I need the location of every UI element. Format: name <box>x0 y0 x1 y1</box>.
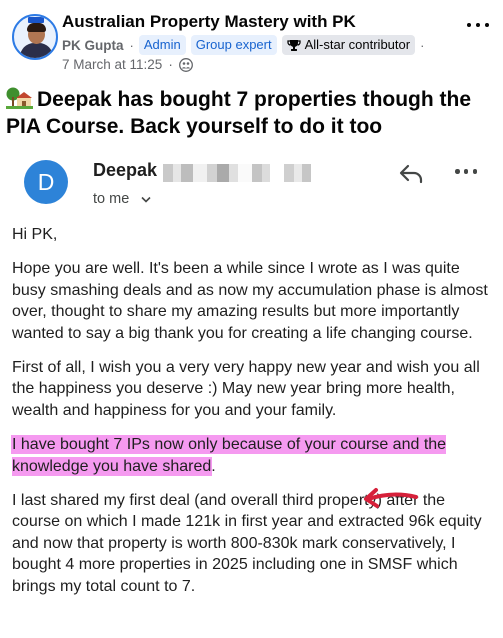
email-body: Hi PK, Hope you are well. It's been a wh… <box>12 224 496 610</box>
recipient-label: to me <box>93 191 130 207</box>
date-separator: · <box>168 57 173 72</box>
red-arrow-annotation <box>364 488 418 508</box>
trophy-icon <box>286 39 301 51</box>
house-with-garden-icon <box>6 87 33 109</box>
email-more-options-icon[interactable] <box>455 169 477 175</box>
email-card: D Deepak to me Hi PK, Hope you are well.… <box>0 152 503 638</box>
group-name[interactable]: Australian Property Mastery with PK <box>62 12 356 32</box>
sender-avatar[interactable]: D <box>24 160 68 204</box>
recipient-dropdown[interactable]: to me <box>93 191 151 207</box>
post-header: Australian Property Mastery with PK PK G… <box>0 0 503 80</box>
post-meta: PK Gupta · Admin Group expert All-star c… <box>62 35 424 55</box>
meta-separator: · <box>129 37 134 53</box>
all-star-badge[interactable]: All-star contributor <box>281 35 416 55</box>
highlighted-paragraph: I have bought 7 IPs now only because of … <box>12 434 496 477</box>
sender-name[interactable]: Deepak <box>93 160 157 181</box>
email-paragraph: Hope you are well. It's been a while sin… <box>12 260 488 342</box>
email-paragraph: First of all, I wish you a very very hap… <box>12 359 480 419</box>
admin-tag[interactable]: Admin <box>138 35 186 55</box>
post-date-row: 7 March at 11:25 · <box>62 57 193 72</box>
group-avatar[interactable] <box>12 14 58 60</box>
email-paragraph: I last shared my first deal (and overall… <box>12 492 482 595</box>
chevron-down-icon <box>141 196 151 203</box>
all-star-badge-label: All-star contributor <box>304 37 411 52</box>
post-title: Deepak has bought 7 properties though th… <box>6 86 498 140</box>
post-title-text: Deepak has bought 7 properties though th… <box>6 88 472 138</box>
highlighted-text: I have bought 7 IPs now only because of … <box>12 436 447 475</box>
post-more-options-icon[interactable] <box>467 18 489 32</box>
reply-icon[interactable] <box>398 162 424 184</box>
redacted-email-address <box>163 164 311 182</box>
group-icon <box>178 57 193 72</box>
group-avatar-image <box>12 14 58 60</box>
badge-separator: · <box>420 37 425 53</box>
highlighted-tail: . <box>211 457 216 475</box>
email-greeting: Hi PK, <box>12 226 58 243</box>
post-date[interactable]: 7 March at 11:25 <box>62 57 162 72</box>
author-name[interactable]: PK Gupta <box>62 38 124 53</box>
group-expert-tag[interactable]: Group expert <box>190 35 277 55</box>
